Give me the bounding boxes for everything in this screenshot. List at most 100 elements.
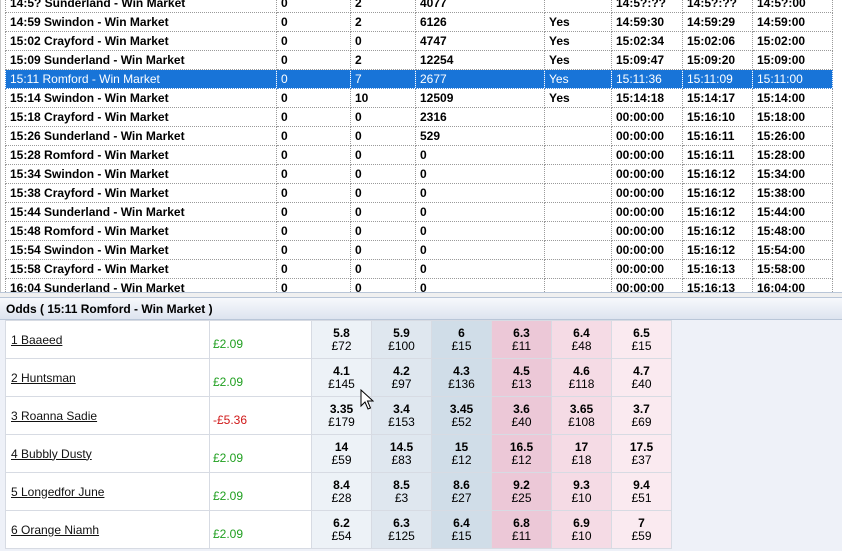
in-play-flag bbox=[544, 202, 612, 222]
best-lay-price-cell[interactable]: 16.5 £12 bbox=[491, 434, 552, 473]
count-a: 0 bbox=[276, 69, 351, 89]
back-price-cell[interactable]: 14 £59 bbox=[311, 434, 372, 473]
count-a: 0 bbox=[276, 221, 351, 241]
market-row[interactable]: 15:14 Swindon - Win Market 0 10 12509 Yes 15:… bbox=[5, 88, 833, 108]
matched-amount: 12509 bbox=[415, 88, 545, 108]
runner-name-cell[interactable]: 3 Roanna Sadie bbox=[5, 396, 210, 435]
in-play-flag bbox=[544, 164, 612, 184]
back-price-cell[interactable]: 8.5 £3 bbox=[371, 472, 432, 511]
lay-price-cell[interactable]: 4.6 £118 bbox=[551, 358, 612, 397]
market-row[interactable]: 15:54 Swindon - Win Market 0 0 0 00:00:00 15:… bbox=[5, 240, 833, 260]
time-2: 14:59:29 bbox=[682, 12, 753, 32]
count-a: 0 bbox=[276, 0, 351, 13]
time-2: 15:02:06 bbox=[682, 31, 753, 51]
price-stake: £15 bbox=[451, 528, 472, 543]
price-odds: 3.45 bbox=[449, 401, 474, 416]
market-row[interactable]: 15:38 Crayford - Win Market 0 0 0 00:00:00 15… bbox=[5, 183, 833, 203]
market-row-selected[interactable]: 15:11 Romford - Win Market 0 7 2677 Yes 15:11… bbox=[5, 69, 833, 89]
lay-price-cell[interactable]: 6.5 £15 bbox=[611, 320, 672, 359]
runner-name-link[interactable]: 4 Bubbly Dusty bbox=[11, 447, 92, 461]
lay-price-cell[interactable]: 9.3 £10 bbox=[551, 472, 612, 511]
best-lay-price-cell[interactable]: 4.5 £13 bbox=[491, 358, 552, 397]
runner-name-link[interactable]: 5 Longedfor June bbox=[11, 485, 104, 499]
runner-row: 4 Bubbly Dusty £2.09 14 £59 14.5 £83 15 £12 16.5… bbox=[5, 434, 672, 473]
runner-name-link[interactable]: 1 Baaeed bbox=[11, 333, 62, 347]
best-back-price-cell[interactable]: 6.4 £15 bbox=[431, 510, 492, 549]
back-price-cell[interactable]: 6.3 £125 bbox=[371, 510, 432, 549]
start-time: 15:14:00 bbox=[752, 88, 833, 108]
back-price-cell[interactable]: 8.4 £28 bbox=[311, 472, 372, 511]
back-price-cell[interactable]: 5.9 £100 bbox=[371, 320, 432, 359]
back-price-cell[interactable]: 4.2 £97 bbox=[371, 358, 432, 397]
market-row[interactable]: 15:28 Romford - Win Market 0 0 0 00:00:00 15:… bbox=[5, 145, 833, 165]
runner-name-cell[interactable]: 6 Orange Niamh bbox=[5, 510, 210, 549]
runner-name-link[interactable]: 2 Huntsman bbox=[11, 371, 76, 385]
lay-price-cell[interactable]: 6.9 £10 bbox=[551, 510, 612, 549]
lay-price-cell[interactable]: 3.65 £108 bbox=[551, 396, 612, 435]
time-1: 00:00:00 bbox=[611, 145, 683, 165]
count-a: 0 bbox=[276, 88, 351, 108]
market-row[interactable]: 15:58 Crayford - Win Market 0 0 0 00:00:00 15… bbox=[5, 259, 833, 279]
back-price-cell[interactable]: 3.4 £153 bbox=[371, 396, 432, 435]
start-time: 15:38:00 bbox=[752, 183, 833, 203]
price-odds: 8.6 bbox=[453, 477, 470, 492]
best-back-price-cell[interactable]: 15 £12 bbox=[431, 434, 492, 473]
best-back-price-cell[interactable]: 6 £15 bbox=[431, 320, 492, 359]
market-row[interactable]: 15:48 Romford - Win Market 0 0 0 00:00:00 15:… bbox=[5, 221, 833, 241]
market-name: 15:54 Swindon - Win Market bbox=[5, 240, 277, 260]
price-stake: £69 bbox=[631, 414, 652, 429]
market-row[interactable]: 14:5? Sunderland - Win Market 0 2 4077 14:5?… bbox=[5, 0, 833, 13]
market-row[interactable]: 14:59 Swindon - Win Market 0 2 6126 Yes 14:59… bbox=[5, 12, 833, 32]
price-stake: £72 bbox=[331, 338, 352, 353]
lay-price-cell[interactable]: 7 £59 bbox=[611, 510, 672, 549]
price-odds: 4.6 bbox=[573, 363, 590, 378]
best-lay-price-cell[interactable]: 9.2 £25 bbox=[491, 472, 552, 511]
time-2: 15:16:11 bbox=[682, 126, 753, 146]
lay-price-cell[interactable]: 3.7 £69 bbox=[611, 396, 672, 435]
matched-amount: 6126 bbox=[415, 12, 545, 32]
lay-price-cell[interactable]: 17.5 £37 bbox=[611, 434, 672, 473]
runner-name-cell[interactable]: 5 Longedfor June bbox=[5, 472, 210, 511]
price-stake: £10 bbox=[571, 490, 592, 505]
runner-name-link[interactable]: 6 Orange Niamh bbox=[11, 523, 99, 537]
market-row[interactable]: 15:26 Sunderland - Win Market 0 0 529 00:00:… bbox=[5, 126, 833, 146]
count-b: 0 bbox=[350, 221, 416, 241]
in-play-flag bbox=[544, 240, 612, 260]
best-back-price-cell[interactable]: 4.3 £136 bbox=[431, 358, 492, 397]
runner-name-link[interactable]: 3 Roanna Sadie bbox=[11, 409, 97, 423]
start-time: 15:11:00 bbox=[752, 69, 833, 89]
count-b: 0 bbox=[350, 278, 416, 292]
market-row[interactable]: 15:09 Sunderland - Win Market 0 2 12254 Yes 1… bbox=[5, 50, 833, 70]
market-row[interactable]: 16:04 Sunderland - Win Market 0 0 0 00:00:00… bbox=[5, 278, 833, 292]
market-name: 15:09 Sunderland - Win Market bbox=[5, 50, 277, 70]
best-back-price-cell[interactable]: 8.6 £27 bbox=[431, 472, 492, 511]
odds-panel: 1 Baaeed £2.09 5.8 £72 5.9 £100 6 £15 6.3 £11 6.4 £… bbox=[0, 320, 842, 551]
price-odds: 16.5 bbox=[509, 439, 534, 454]
market-name: 15:44 Sunderland - Win Market bbox=[5, 202, 277, 222]
best-back-price-cell[interactable]: 3.45 £52 bbox=[431, 396, 492, 435]
best-lay-price-cell[interactable]: 6.8 £11 bbox=[491, 510, 552, 549]
market-row[interactable]: 15:44 Sunderland - Win Market 0 0 0 00:00:00… bbox=[5, 202, 833, 222]
matched-amount: 0 bbox=[415, 221, 545, 241]
back-price-cell[interactable]: 6.2 £54 bbox=[311, 510, 372, 549]
price-odds: 9.4 bbox=[633, 477, 650, 492]
lay-price-cell[interactable]: 4.7 £40 bbox=[611, 358, 672, 397]
price-odds: 6.3 bbox=[513, 325, 530, 340]
market-row[interactable]: 15:18 Crayford - Win Market 0 0 2316 00:00:0… bbox=[5, 107, 833, 127]
best-lay-price-cell[interactable]: 3.6 £40 bbox=[491, 396, 552, 435]
lay-price-cell[interactable]: 9.4 £51 bbox=[611, 472, 672, 511]
in-play-flag bbox=[544, 107, 612, 127]
runner-name-cell[interactable]: 2 Huntsman bbox=[5, 358, 210, 397]
runner-name-cell[interactable]: 1 Baaeed bbox=[5, 320, 210, 359]
market-row[interactable]: 15:34 Swindon - Win Market 0 0 0 00:00:00 15:… bbox=[5, 164, 833, 184]
lay-price-cell[interactable]: 6.4 £48 bbox=[551, 320, 612, 359]
lay-price-cell[interactable]: 17 £18 bbox=[551, 434, 612, 473]
best-lay-price-cell[interactable]: 6.3 £11 bbox=[491, 320, 552, 359]
back-price-cell[interactable]: 14.5 £83 bbox=[371, 434, 432, 473]
market-row[interactable]: 15:02 Crayford - Win Market 0 0 4747 Yes 15:0… bbox=[5, 31, 833, 51]
count-b: 7 bbox=[350, 69, 416, 89]
runner-name-cell[interactable]: 4 Bubbly Dusty bbox=[5, 434, 210, 473]
count-a: 0 bbox=[276, 12, 351, 32]
price-stake: £28 bbox=[331, 490, 352, 505]
back-price-cell[interactable]: 5.8 £72 bbox=[311, 320, 372, 359]
